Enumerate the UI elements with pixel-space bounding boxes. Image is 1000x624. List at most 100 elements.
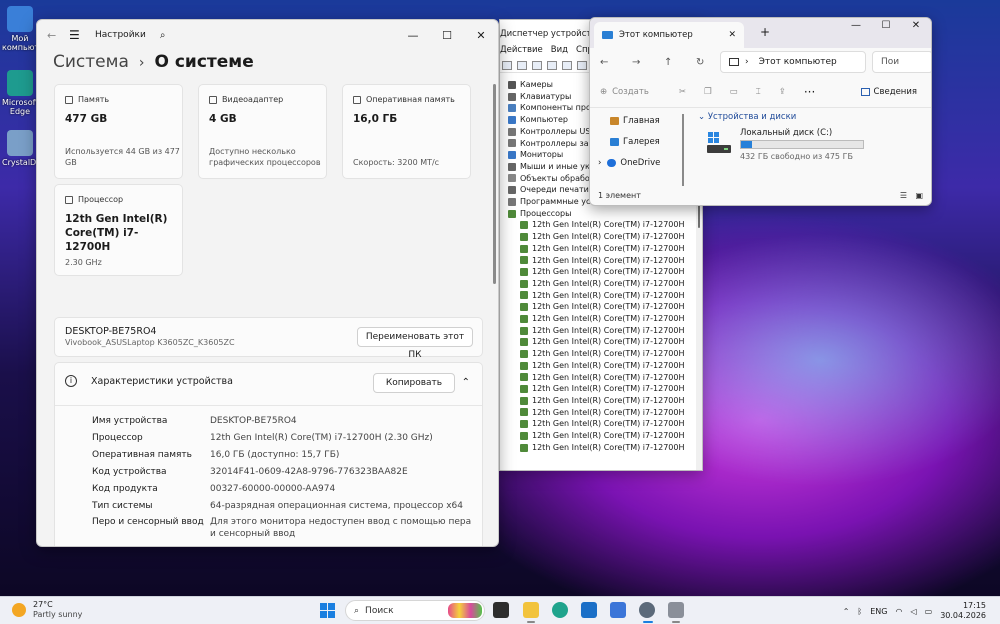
processor-item[interactable]: 12th Gen Intel(R) Core(TM) i7-12700H xyxy=(520,255,684,267)
breadcrumb-system[interactable]: Система xyxy=(53,52,129,72)
up-icon[interactable]: ↑ xyxy=(664,57,696,68)
processor-item[interactable]: 12th Gen Intel(R) Core(TM) i7-12700H xyxy=(520,430,684,442)
device-category[interactable]: Мониторы xyxy=(508,149,563,161)
nav-gallery[interactable]: Галерея xyxy=(610,137,660,147)
processor-item[interactable]: 12th Gen Intel(R) Core(TM) i7-12700H xyxy=(520,290,684,302)
device-category[interactable]: Процессоры xyxy=(508,208,571,220)
processor-item[interactable]: 12th Gen Intel(R) Core(TM) i7-12700H xyxy=(520,372,684,384)
weather-widget[interactable]: 27°C Partly sunny xyxy=(12,600,82,620)
device-category[interactable]: Компьютер xyxy=(508,114,568,126)
device-category[interactable]: Клавиатуры xyxy=(508,91,571,103)
desktop-icon[interactable]: CrystalDisk xyxy=(2,130,47,167)
battery-icon[interactable]: ▭ xyxy=(925,607,933,616)
device-category[interactable]: Контроллеры USB xyxy=(508,126,596,138)
processor-item[interactable]: 12th Gen Intel(R) Core(TM) i7-12700H xyxy=(520,383,684,395)
processor-item[interactable]: 12th Gen Intel(R) Core(TM) i7-12700H xyxy=(520,348,684,360)
copy-button[interactable]: Копировать xyxy=(373,373,455,393)
store-icon[interactable] xyxy=(581,602,597,618)
search-icon[interactable]: ⌕ xyxy=(160,30,166,41)
edge-icon[interactable] xyxy=(552,602,568,618)
chevron-right-icon[interactable]: › xyxy=(598,158,601,168)
desktop-icon[interactable]: Microsoft Edge xyxy=(2,70,38,116)
settings-icon[interactable] xyxy=(639,602,655,618)
minimize-icon[interactable]: — xyxy=(396,29,430,42)
details-view-icon[interactable]: ☰ xyxy=(900,189,907,203)
device-manager-icon[interactable] xyxy=(668,602,684,618)
group-header[interactable]: ⌄ Устройства и диски xyxy=(698,112,796,122)
bluetooth-icon[interactable]: ᛒ xyxy=(857,607,862,616)
device-category[interactable]: Камеры xyxy=(508,79,553,91)
nav-onedrive[interactable]: › OneDrive xyxy=(598,158,660,168)
nav-home[interactable]: Главная xyxy=(610,116,660,126)
close-icon[interactable]: ✕ xyxy=(464,29,498,42)
toolbar-scan-icon[interactable] xyxy=(562,61,572,70)
task-view-icon[interactable] xyxy=(493,602,509,618)
share-icon[interactable]: ⇪ xyxy=(779,87,786,97)
minimize-icon[interactable]: — xyxy=(841,20,871,31)
storage-card[interactable]: Память 477 GB Используется 44 GB из 477 … xyxy=(54,84,183,179)
toolbar-properties-icon[interactable] xyxy=(532,61,542,70)
explorer-search-input[interactable]: Пои xyxy=(872,51,931,73)
menu-action[interactable]: Действие xyxy=(500,45,543,59)
tiles-view-icon[interactable]: ▣ xyxy=(915,189,923,203)
maximize-icon[interactable]: ☐ xyxy=(430,29,464,42)
address-bar[interactable]: › Этот компьютер xyxy=(720,51,866,73)
more-icon[interactable]: ··· xyxy=(804,85,815,99)
rename-pc-button[interactable]: Переименовать этот ПК xyxy=(357,327,473,360)
start-icon[interactable] xyxy=(320,603,335,618)
toolbar-help-icon[interactable] xyxy=(547,61,557,70)
file-explorer-icon[interactable] xyxy=(523,602,539,618)
chevron-up-icon[interactable]: ⌃ xyxy=(462,377,470,388)
processor-item[interactable]: 12th Gen Intel(R) Core(TM) i7-12700H xyxy=(520,407,684,419)
create-button[interactable]: Создать xyxy=(612,87,649,97)
chevron-up-icon[interactable]: ⌃ xyxy=(843,607,850,616)
cpu-card[interactable]: Процессор 12th Gen Intel(R) Core(TM) i7-… xyxy=(54,184,183,276)
lang-indicator[interactable]: ENG xyxy=(870,607,887,616)
processor-item[interactable]: 12th Gen Intel(R) Core(TM) i7-12700H xyxy=(520,231,684,243)
menu-icon[interactable]: ☰ xyxy=(69,28,91,42)
close-tab-icon[interactable]: ✕ xyxy=(728,30,736,40)
back-icon[interactable]: ← xyxy=(600,57,632,68)
processor-item[interactable]: 12th Gen Intel(R) Core(TM) i7-12700H xyxy=(520,442,684,454)
processor-item[interactable]: 12th Gen Intel(R) Core(TM) i7-12700H xyxy=(520,219,684,231)
processor-item[interactable]: 12th Gen Intel(R) Core(TM) i7-12700H xyxy=(520,360,684,372)
explorer-window[interactable]: Этот компьютер ✕ + — ☐ ✕ ← → ↑ ↻ › Этот … xyxy=(589,17,932,206)
processor-item[interactable]: 12th Gen Intel(R) Core(TM) i7-12700H xyxy=(520,418,684,430)
settings-scrollbar[interactable] xyxy=(493,84,496,284)
clock[interactable]: 17:15 30.04.2026 xyxy=(940,601,986,621)
volume-icon[interactable]: ◁ xyxy=(910,607,916,616)
paste-icon[interactable]: ▭ xyxy=(730,87,738,97)
toolbar-forward-icon[interactable] xyxy=(517,61,527,70)
processor-item[interactable]: 12th Gen Intel(R) Core(TM) i7-12700H xyxy=(520,301,684,313)
forward-icon[interactable]: → xyxy=(632,57,664,68)
desktop-icon[interactable]: Мой компьютер xyxy=(2,6,49,52)
explorer-tab[interactable]: Этот компьютер ✕ xyxy=(594,22,744,48)
toolbar-monitor-icon[interactable] xyxy=(577,61,587,70)
processor-item[interactable]: 12th Gen Intel(R) Core(TM) i7-12700H xyxy=(520,325,684,337)
drive-c[interactable]: Локальный диск (C:) 432 ГБ свободно из 4… xyxy=(706,126,906,166)
processor-item[interactable]: 12th Gen Intel(R) Core(TM) i7-12700H xyxy=(520,395,684,407)
taskbar-search[interactable]: ⌕ Поиск xyxy=(345,600,485,621)
cut-icon[interactable]: ✂ xyxy=(679,87,686,97)
outlook-icon[interactable] xyxy=(610,602,626,618)
wifi-icon[interactable]: ◠ xyxy=(895,607,902,616)
device-category[interactable]: Очереди печати xyxy=(508,184,589,196)
ram-card[interactable]: Оперативная память 16,0 ГБ Скорость: 320… xyxy=(342,84,471,179)
details-button[interactable]: Сведения xyxy=(874,87,917,97)
processor-item[interactable]: 12th Gen Intel(R) Core(TM) i7-12700H xyxy=(520,243,684,255)
processor-item[interactable]: 12th Gen Intel(R) Core(TM) i7-12700H xyxy=(520,266,684,278)
new-tab-icon[interactable]: + xyxy=(760,25,770,39)
maximize-icon[interactable]: ☐ xyxy=(871,20,901,31)
rename-icon[interactable]: ⌶ xyxy=(756,87,761,97)
back-icon[interactable]: ← xyxy=(47,29,63,42)
settings-window[interactable]: ← ☰ Настройки ⌕ — ☐ ✕ Система › О систем… xyxy=(36,19,499,547)
close-icon[interactable]: ✕ xyxy=(901,20,931,31)
processor-item[interactable]: 12th Gen Intel(R) Core(TM) i7-12700H xyxy=(520,336,684,348)
processor-item[interactable]: 12th Gen Intel(R) Core(TM) i7-12700H xyxy=(520,313,684,325)
gpu-card[interactable]: Видеоадаптер 4 GB Доступно несколько гра… xyxy=(198,84,327,179)
processor-item[interactable]: 12th Gen Intel(R) Core(TM) i7-12700H xyxy=(520,278,684,290)
copy-icon[interactable]: ❐ xyxy=(704,87,712,97)
toolbar-back-icon[interactable] xyxy=(502,61,512,70)
navigation-scrollbar[interactable] xyxy=(682,114,684,186)
menu-view[interactable]: Вид xyxy=(551,45,568,59)
